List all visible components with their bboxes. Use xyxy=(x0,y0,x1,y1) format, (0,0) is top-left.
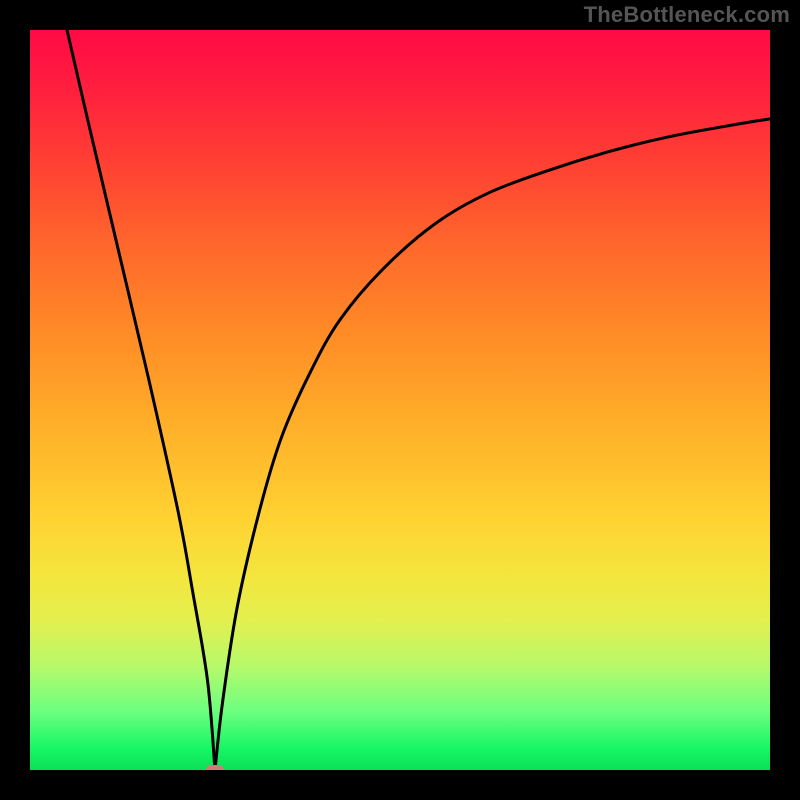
plot-area xyxy=(30,30,770,770)
bottleneck-curve xyxy=(30,30,770,770)
watermark-text: TheBottleneck.com xyxy=(584,2,790,28)
curve-left-branch xyxy=(67,30,215,770)
curve-right-branch xyxy=(215,119,770,770)
vertex-marker xyxy=(206,765,224,770)
chart-frame: TheBottleneck.com xyxy=(0,0,800,800)
